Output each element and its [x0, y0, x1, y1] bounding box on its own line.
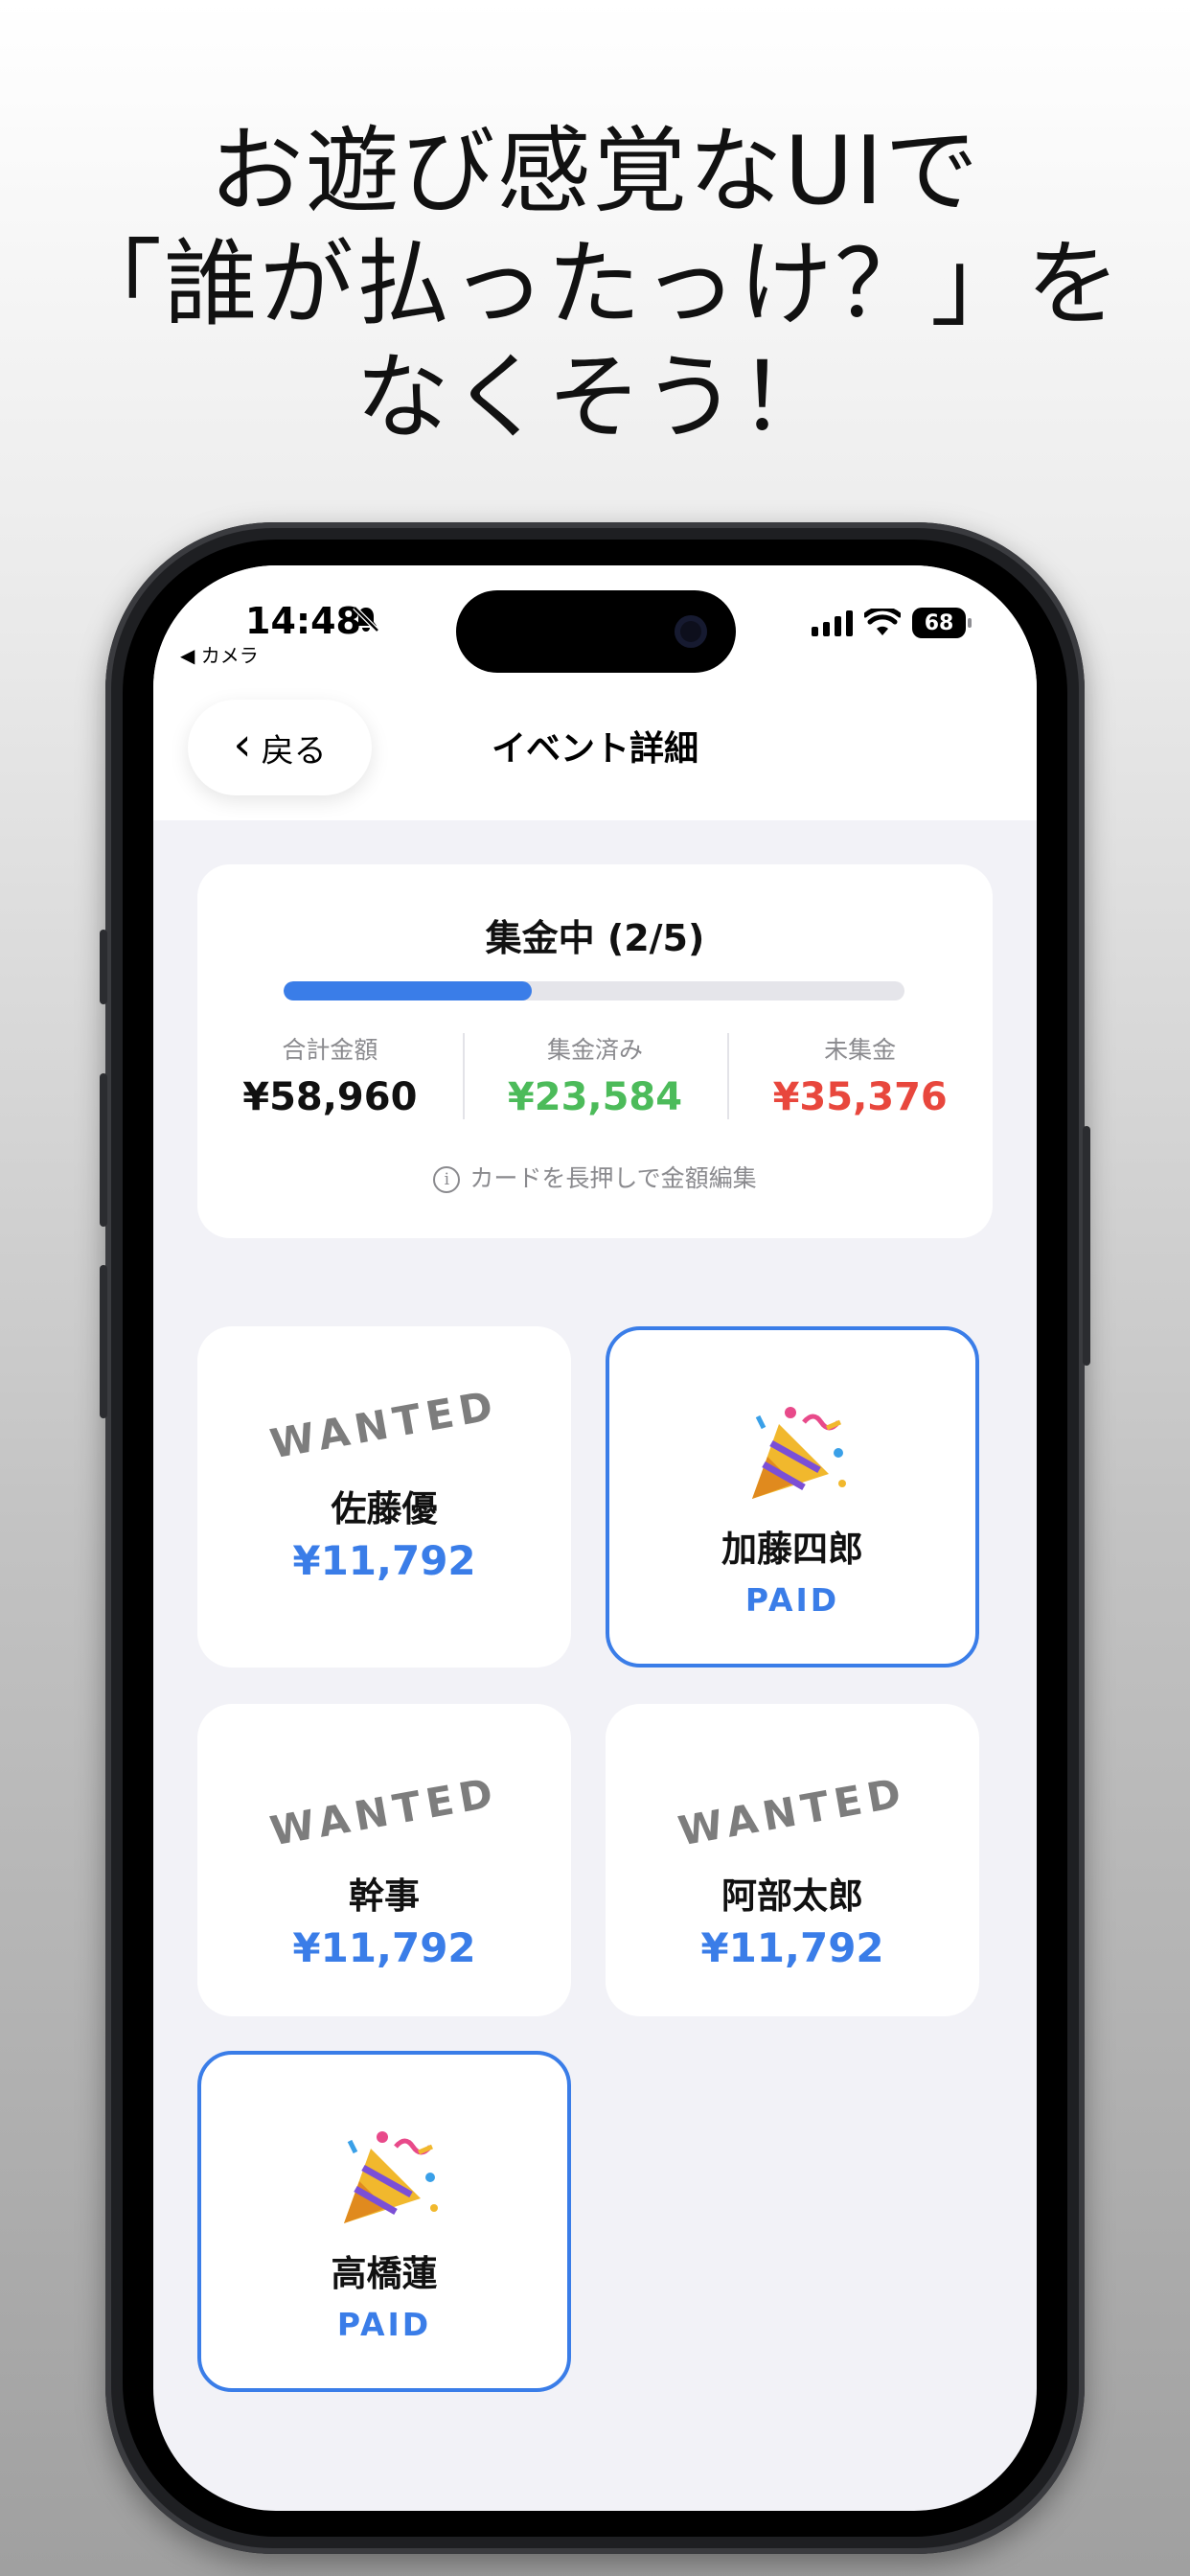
status-time: 14:48	[245, 600, 361, 642]
wifi-icon	[864, 609, 901, 635]
stat-value: ¥35,376	[772, 1075, 948, 1119]
phone-volume-down-button	[100, 1265, 107, 1418]
paid-label: PAID	[744, 1581, 840, 1619]
dynamic-island	[456, 590, 736, 673]
phone-volume-up-button	[100, 1073, 107, 1227]
stat-label: 未集金	[824, 1036, 897, 1064]
collection-progress-bar	[284, 981, 904, 1000]
page-title: イベント詳細	[491, 729, 698, 769]
info-icon: i	[433, 1166, 461, 1193]
headline-line-1: お遊び感覚なUIで	[209, 117, 981, 226]
member-name: 阿部太郎	[721, 1875, 863, 1917]
member-name: 加藤四郎	[721, 1529, 863, 1570]
stat-label: 集金済み	[547, 1036, 644, 1064]
app-screen: 14:48 ◀ カメラ 68 ‹ 戻る イベント詳細 集金中 (2/5) 合計金…	[153, 565, 1037, 2511]
stat-collected: 集金済み ¥23,584	[462, 1025, 728, 1121]
party-popper-icon	[752, 1407, 846, 1499]
member-name: 高橋蓮	[331, 2253, 438, 2294]
back-to-camera-link[interactable]: ◀ カメラ	[180, 640, 259, 668]
member-name: 佐藤優	[331, 1488, 438, 1530]
member-name: 幹事	[349, 1875, 420, 1917]
member-card-kato[interactable]: 加藤四郎 PAID	[606, 1326, 979, 1668]
member-card-kanji[interactable]: WANTED 幹事 ¥11,792	[197, 1704, 571, 2016]
paid-label: PAID	[336, 2306, 432, 2343]
stat-value: ¥23,584	[507, 1075, 683, 1119]
member-amount: ¥11,792	[700, 1924, 884, 1971]
headline-line-3: なくそう！	[355, 343, 835, 452]
stat-uncollected: 未集金 ¥35,376	[727, 1025, 993, 1121]
battery-icon: 68	[912, 608, 972, 638]
stat-label: 合計金額	[282, 1036, 378, 1064]
member-card-abe[interactable]: WANTED 阿部太郎 ¥11,792	[606, 1704, 979, 2016]
member-amount: ¥11,792	[292, 1924, 476, 1971]
summary-stats: 合計金額 ¥58,960 集金済み ¥23,584 未集金 ¥35,376	[197, 1025, 993, 1121]
member-card-takahashi[interactable]: 高橋蓮 PAID	[197, 2051, 571, 2392]
stat-total: 合計金額 ¥58,960	[197, 1025, 463, 1121]
battery-level: 68	[924, 610, 954, 635]
stat-value: ¥58,960	[242, 1075, 418, 1119]
edit-hint: i カードを長押しで金額編集	[197, 1160, 993, 1194]
bell-slash-icon	[353, 606, 379, 632]
status-bar: 14:48 ◀ カメラ 68	[153, 565, 1037, 680]
collection-status-title: 集金中 (2/5)	[485, 917, 705, 959]
camera-lens	[675, 615, 707, 648]
navigation-bar: ‹ 戻る イベント詳細	[153, 680, 1037, 820]
collection-progress-fill	[284, 981, 533, 1000]
wanted-stamp: WANTED	[266, 1381, 502, 1468]
phone-action-button	[100, 930, 107, 1004]
member-card-sato[interactable]: WANTED 佐藤優 ¥11,792	[197, 1326, 571, 1668]
phone-power-button	[1083, 1126, 1090, 1366]
headline-line-2: 「誰が払ったっけ？」を	[67, 230, 1122, 339]
status-indicators: 68	[812, 604, 972, 642]
marketing-headline: お遊び感覚なUIで 「誰が払ったっけ？」を なくそう！	[0, 115, 1190, 454]
wanted-stamp: WANTED	[266, 1768, 502, 1855]
edit-hint-text: カードを長押しで金額編集	[469, 1164, 757, 1192]
collection-summary-card: 集金中 (2/5) 合計金額 ¥58,960 集金済み ¥23,584 未集金 …	[197, 864, 993, 1238]
wanted-stamp: WANTED	[675, 1768, 910, 1855]
party-popper-icon	[344, 2131, 438, 2223]
cellular-signal-icon	[812, 610, 853, 636]
member-amount: ¥11,792	[292, 1537, 476, 1584]
